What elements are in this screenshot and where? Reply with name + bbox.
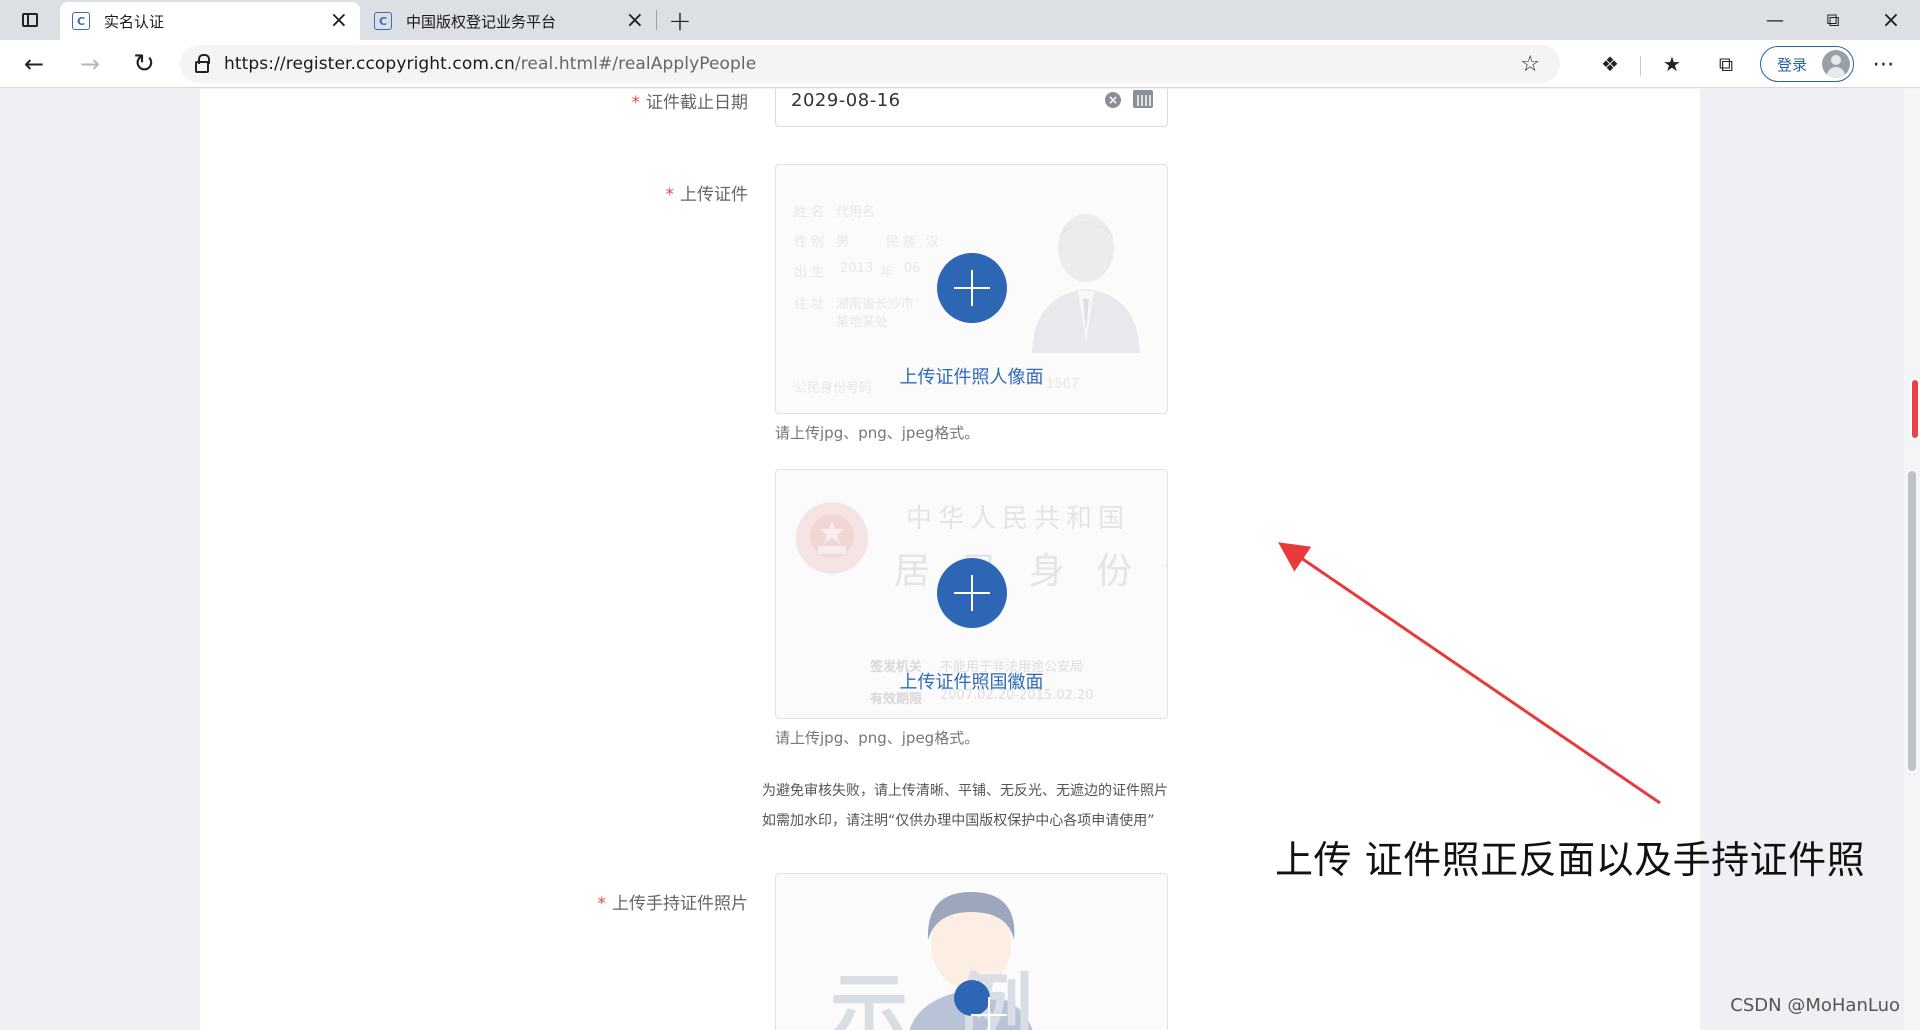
more-menu-button[interactable]: ⋯	[1866, 48, 1902, 80]
tab-divider	[656, 10, 657, 30]
page-scrollbar[interactable]	[1904, 89, 1920, 1030]
lock-icon[interactable]	[180, 54, 224, 73]
tab-title: 实名认证	[104, 12, 165, 31]
tab-copyright-platform[interactable]: C 中国版权登记业务平台 ×	[362, 2, 656, 40]
tab-title: 中国版权登记业务平台	[406, 12, 557, 31]
minimize-button[interactable]: —	[1748, 0, 1802, 40]
annotation-arrow-line	[1278, 542, 1661, 805]
annotation-text: 上传 证件照正反面以及手持证件照	[1275, 838, 1866, 882]
annotation-arrow	[1278, 542, 1661, 805]
toolbar-separator	[1640, 56, 1641, 76]
login-label: 登录	[1777, 55, 1808, 74]
forward-button[interactable]: →	[72, 46, 108, 82]
close-tab-icon[interactable]: ×	[330, 10, 348, 32]
url-path: /real.html#/realApplyPeople	[514, 54, 757, 74]
extensions-icon[interactable]: ❖	[1594, 48, 1626, 80]
collections-icon[interactable]: ⧉	[1710, 48, 1742, 80]
url-text[interactable]: https://register.ccopyright.com.cn/real.…	[224, 54, 756, 74]
close-tab-icon[interactable]: ×	[626, 10, 644, 32]
back-button[interactable]: ←	[16, 46, 52, 82]
avatar	[1822, 50, 1850, 78]
url-host: https://register.ccopyright.com.cn	[224, 54, 515, 74]
tab-actions-button[interactable]	[12, 6, 48, 34]
address-toolbar: ← → ↻ https://register.ccopyright.com.cn…	[0, 40, 1920, 88]
close-window-button[interactable]: ×	[1864, 0, 1918, 40]
tab-strip: C 实名认证 × C 中国版权登记业务平台 × + — ⧉ ×	[0, 0, 1920, 40]
new-tab-button[interactable]: +	[664, 4, 696, 37]
site-favicon-icon: C	[374, 12, 392, 30]
page-viewport: * 证件截止日期 2029-08-16 × * 上传证件 姓 名 代用名 性 别 男…	[0, 89, 1904, 1030]
login-button[interactable]: 登录	[1760, 46, 1854, 82]
address-bar[interactable]: https://register.ccopyright.com.cn/real.…	[180, 45, 1560, 83]
tab-real-name-auth[interactable]: C 实名认证 ×	[60, 2, 360, 40]
add-favorite-icon[interactable]: ☆	[1520, 52, 1540, 77]
favorites-icon[interactable]: ★	[1656, 48, 1688, 80]
tab-actions-icon	[22, 13, 38, 27]
refresh-button[interactable]: ↻	[126, 46, 162, 82]
credit-watermark: CSDN @MoHanLuo	[1730, 995, 1900, 1016]
site-favicon-icon: C	[72, 12, 90, 30]
side-edge-indicator	[1910, 378, 1920, 440]
scrollbar-thumb[interactable]	[1908, 471, 1916, 771]
restore-button[interactable]: ⧉	[1806, 0, 1860, 40]
